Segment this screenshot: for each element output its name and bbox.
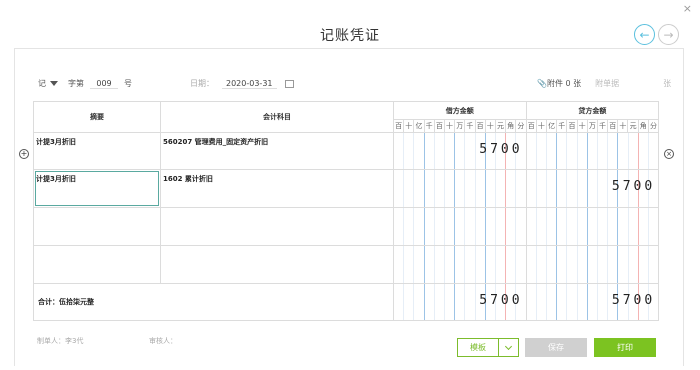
digit-label: 分 (647, 119, 660, 133)
account-cell[interactable]: 1602 累计折旧 (160, 169, 394, 208)
digit-label: 百 (392, 119, 405, 133)
digit-label: 千 (596, 119, 609, 133)
table-row (33, 207, 660, 246)
remove-row-icon[interactable]: × (664, 149, 674, 159)
summary-header: 摘要 (33, 101, 161, 133)
next-voucher-button[interactable]: → (658, 24, 679, 45)
save-button[interactable]: 保存 (525, 338, 587, 357)
debit-header: 借方金额 (393, 101, 527, 120)
digit-label: 千 (556, 119, 568, 133)
calendar-icon[interactable] (284, 79, 294, 88)
digit-label: 元 (494, 119, 507, 133)
summary-cell[interactable] (33, 245, 161, 284)
credit-amount-cell[interactable] (525, 207, 660, 246)
voucher-table: 摘要 会计科目 借方金额 贷方金额 百 十 亿 千 百 十 万 千 百 十 元 … (33, 101, 660, 321)
account-cell[interactable]: 560207 管理费用_固定资产折旧 (160, 132, 394, 170)
print-button[interactable]: 打印 (594, 338, 656, 357)
digit-label: 十 (443, 119, 456, 133)
digit-label: 万 (454, 119, 466, 133)
table-row: 计提3月折旧 1602 累计折旧 5700 (33, 169, 660, 208)
reviewer-label: 审核人： (149, 337, 177, 345)
digit-label: 百 (433, 119, 445, 133)
credit-amount-cell[interactable]: 5700 (525, 169, 660, 208)
credit-total: 5700 (611, 293, 656, 308)
credit-amount-cell[interactable] (525, 132, 660, 170)
prev-voucher-button[interactable]: ← (634, 24, 655, 45)
digit-label: 十 (576, 119, 588, 133)
credit-amount-cell[interactable] (525, 245, 660, 284)
table-row: 计提3月折旧 560207 管理费用_固定资产折旧 5700 (33, 132, 660, 170)
digit-label: 分 (515, 119, 527, 133)
digit-label: 百 (474, 119, 486, 133)
digit-label: 十 (535, 119, 547, 133)
close-icon[interactable]: × (683, 2, 692, 15)
debit-total: 5700 (479, 293, 523, 308)
maker-label: 制单人：李3代 (37, 337, 84, 345)
voucher-number-input[interactable]: 009 (90, 79, 118, 89)
paperclip-icon[interactable]: 📎 (537, 79, 547, 88)
attachment-link[interactable]: 附件 0 张 (547, 78, 581, 89)
total-row: 合计：伍拾柒元整 5700 5700 (33, 283, 660, 321)
digit-label: 千 (464, 119, 476, 133)
page-title: 记账凭证 (320, 28, 380, 44)
digit-label: 十 (617, 119, 629, 133)
debit-amount-cell[interactable] (393, 207, 527, 246)
attachment-group: 📎 附件 0 张 附单据 张 (537, 78, 671, 89)
hao-label: 号 (124, 79, 132, 88)
chevron-down-icon (504, 342, 513, 350)
date-input[interactable]: 2020-03-31 (222, 79, 277, 89)
debit-total-cell: 5700 (393, 283, 527, 321)
voucher-number-group: 记 字第 009 号 (38, 78, 132, 89)
chevron-down-icon (50, 81, 58, 86)
doc-count-label: 附单据 (595, 79, 620, 88)
table-row (33, 245, 660, 284)
date-group: 日期： 2020-03-31 (190, 78, 294, 89)
voucher-page: × 记账凭证 ← → 记 字第 009 号 日期： 2020-03-31 📎 附… (0, 0, 700, 370)
credit-header: 贷方金额 (525, 101, 660, 120)
date-label: 日期： (190, 79, 214, 88)
summary-cell[interactable]: 计提3月折旧 (33, 132, 161, 170)
digit-label: 角 (505, 119, 517, 133)
account-cell[interactable] (160, 245, 394, 284)
digit-label: 亿 (413, 119, 425, 133)
digit-label: 角 (637, 119, 649, 133)
credit-amount: 5700 (611, 179, 656, 194)
digit-label: 百 (566, 119, 578, 133)
template-dropdown-button[interactable] (498, 338, 519, 357)
debit-amount-cell[interactable]: 5700 (393, 132, 527, 170)
voucher-word-select[interactable]: 记 (38, 78, 58, 89)
summary-cell[interactable] (33, 207, 161, 246)
digit-label: 十 (403, 119, 415, 133)
digit-label: 百 (525, 119, 537, 133)
digit-label: 百 (607, 119, 619, 133)
digit-label: 元 (627, 119, 639, 133)
debit-amount-cell[interactable] (393, 245, 527, 284)
summary-cell[interactable]: 计提3月折旧 (33, 169, 161, 208)
digit-label: 十 (484, 119, 496, 133)
zi-label: 字第 (68, 79, 84, 88)
template-button[interactable]: 模板 (457, 338, 499, 357)
digit-label: 亿 (545, 119, 558, 133)
digit-label: 千 (423, 119, 435, 133)
account-cell[interactable] (160, 207, 394, 246)
zhang-label: 张 (663, 79, 672, 88)
digit-label: 万 (586, 119, 598, 133)
account-header: 会计科目 (160, 101, 394, 133)
debit-amount: 5700 (479, 142, 523, 157)
total-label: 合计：伍拾柒元整 (33, 283, 394, 321)
add-row-icon[interactable]: + (19, 149, 29, 159)
credit-total-cell: 5700 (525, 283, 660, 321)
debit-amount-cell[interactable] (393, 169, 527, 208)
